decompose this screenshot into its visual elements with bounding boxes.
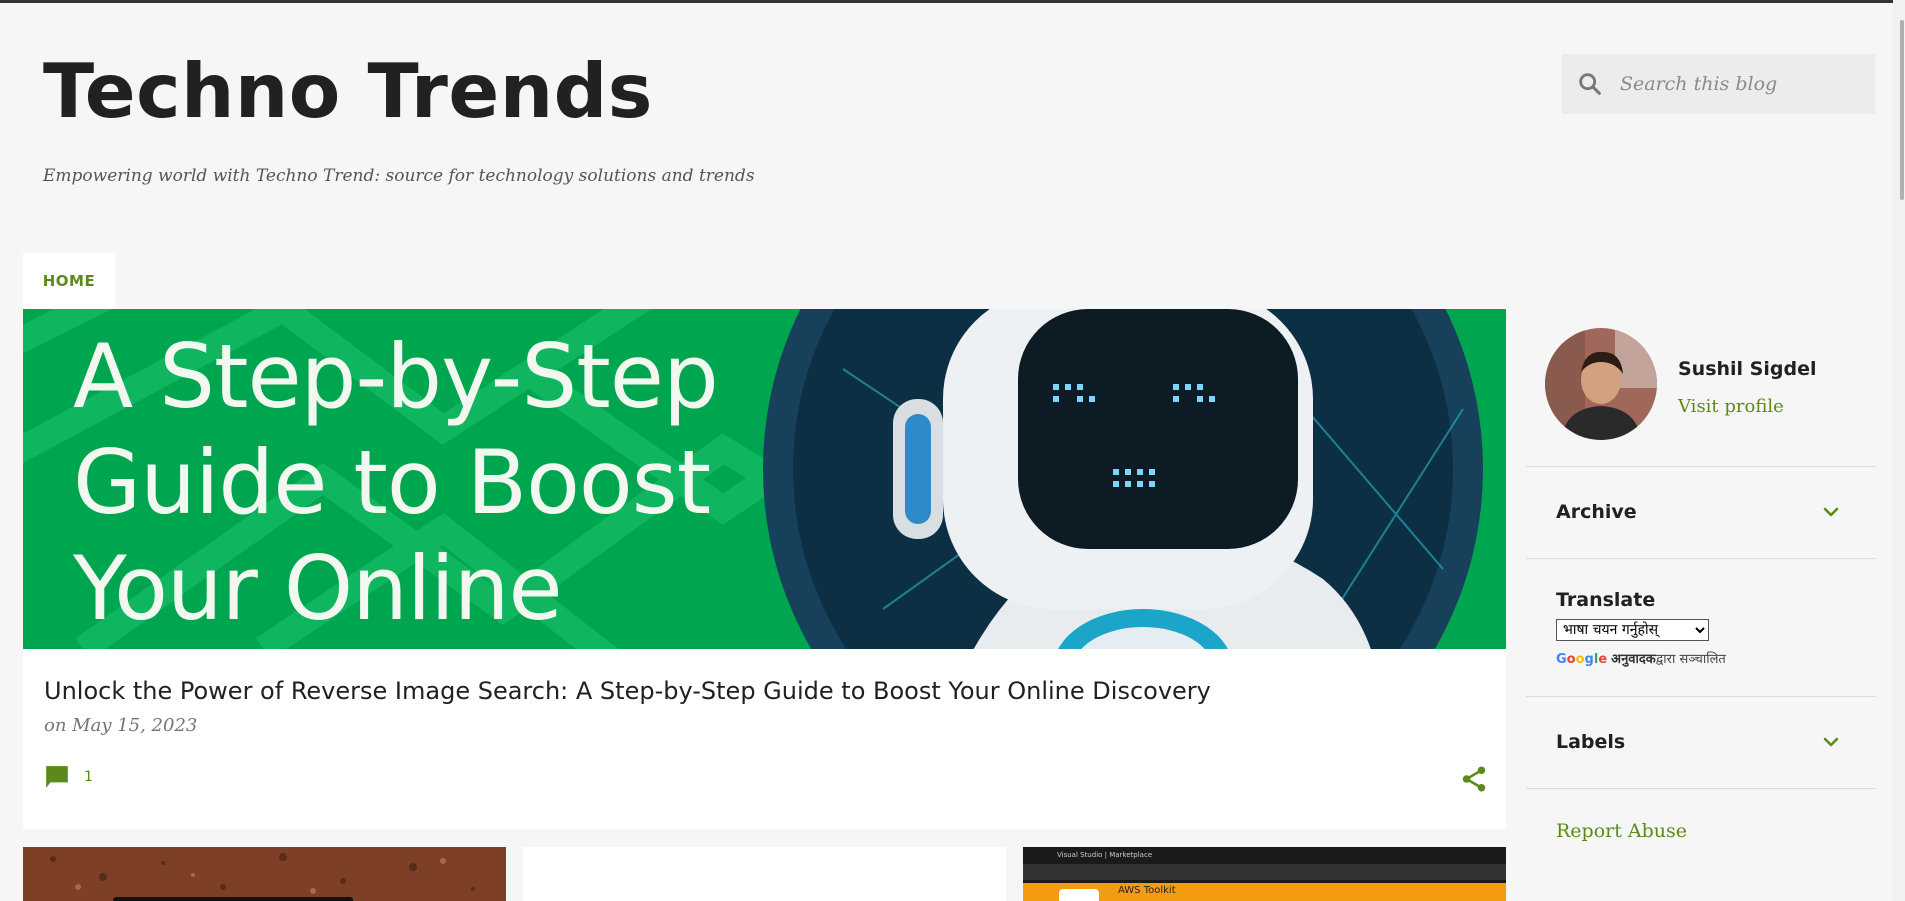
- labels-chevron-down-icon[interactable]: [1822, 736, 1840, 748]
- post-thumbnail-3[interactable]: Visual Studio | Marketplace AWS Toolkit: [1023, 847, 1506, 901]
- comments-link[interactable]: 1: [44, 764, 93, 790]
- nav-home-tab[interactable]: HOME: [23, 253, 115, 309]
- avatar-image: [1545, 328, 1657, 440]
- post-thumbnail-2[interactable]: [523, 847, 1006, 901]
- hero-line-2: Guide to Boost: [73, 431, 711, 534]
- blog-title[interactable]: Techno Trends: [43, 54, 653, 129]
- granite-texture: [23, 847, 506, 901]
- report-abuse-link[interactable]: Report Abuse: [1556, 820, 1687, 842]
- share-icon[interactable]: [1459, 764, 1489, 794]
- thumb3-title: AWS Toolkit: [1118, 885, 1176, 896]
- sidebar-divider: [1526, 558, 1876, 559]
- sidebar-divider: [1526, 788, 1876, 789]
- post-date: on May 15, 2023: [44, 715, 198, 736]
- sidebar-divider: [1526, 466, 1876, 467]
- google-translate-attribution[interactable]: Google अनुवादक द्वारा सञ्चालित: [1556, 649, 1726, 667]
- hero-line-3: Your Online: [73, 537, 563, 640]
- comment-count[interactable]: 1: [84, 769, 93, 785]
- post-title[interactable]: Unlock the Power of Reverse Image Search…: [44, 677, 1211, 705]
- google-logo: Google: [1556, 652, 1608, 667]
- thumb3-breadcrumb-bar: [1023, 864, 1506, 880]
- translate-powered-suffix: द्वारा सञ्चालित: [1655, 652, 1726, 667]
- archive-title[interactable]: Archive: [1556, 501, 1637, 523]
- featured-post-card: Unlock the Power of Reverse Image Search…: [23, 649, 1506, 829]
- thumb3-logo-box: [1059, 889, 1099, 901]
- translate-powered-label[interactable]: अनुवादक: [1611, 649, 1656, 667]
- language-select[interactable]: भाषा चयन गर्नुहोस्: [1556, 619, 1709, 641]
- profile-avatar[interactable]: [1545, 328, 1657, 440]
- featured-post-image[interactable]: A Step-by-Step Guide to Boost Your Onlin…: [23, 309, 1506, 649]
- profile-name[interactable]: Sushil Sigdel: [1678, 358, 1816, 380]
- comment-icon[interactable]: [44, 764, 70, 790]
- thumb3-brand: Visual Studio | Marketplace: [1057, 851, 1153, 859]
- blog-description: Empowering world with Techno Trend: sour…: [43, 166, 755, 186]
- sidebar-divider: [1526, 696, 1876, 697]
- top-border: [0, 0, 1905, 3]
- robot-illustration: [763, 309, 1483, 649]
- post-thumbnail-1[interactable]: [23, 847, 506, 901]
- search-input[interactable]: [1618, 72, 1862, 96]
- hero-line-1: A Step-by-Step: [73, 325, 719, 428]
- search-icon[interactable]: [1576, 70, 1604, 98]
- archive-chevron-down-icon[interactable]: [1822, 506, 1840, 518]
- labels-title[interactable]: Labels: [1556, 731, 1625, 753]
- hero-headline: A Step-by-Step Guide to Boost Your Onlin…: [73, 324, 719, 642]
- visit-profile-link[interactable]: Visit profile: [1678, 396, 1784, 417]
- translate-title: Translate: [1556, 589, 1656, 611]
- search-box[interactable]: [1562, 54, 1875, 114]
- scrollbar-thumb[interactable]: [1900, 20, 1904, 200]
